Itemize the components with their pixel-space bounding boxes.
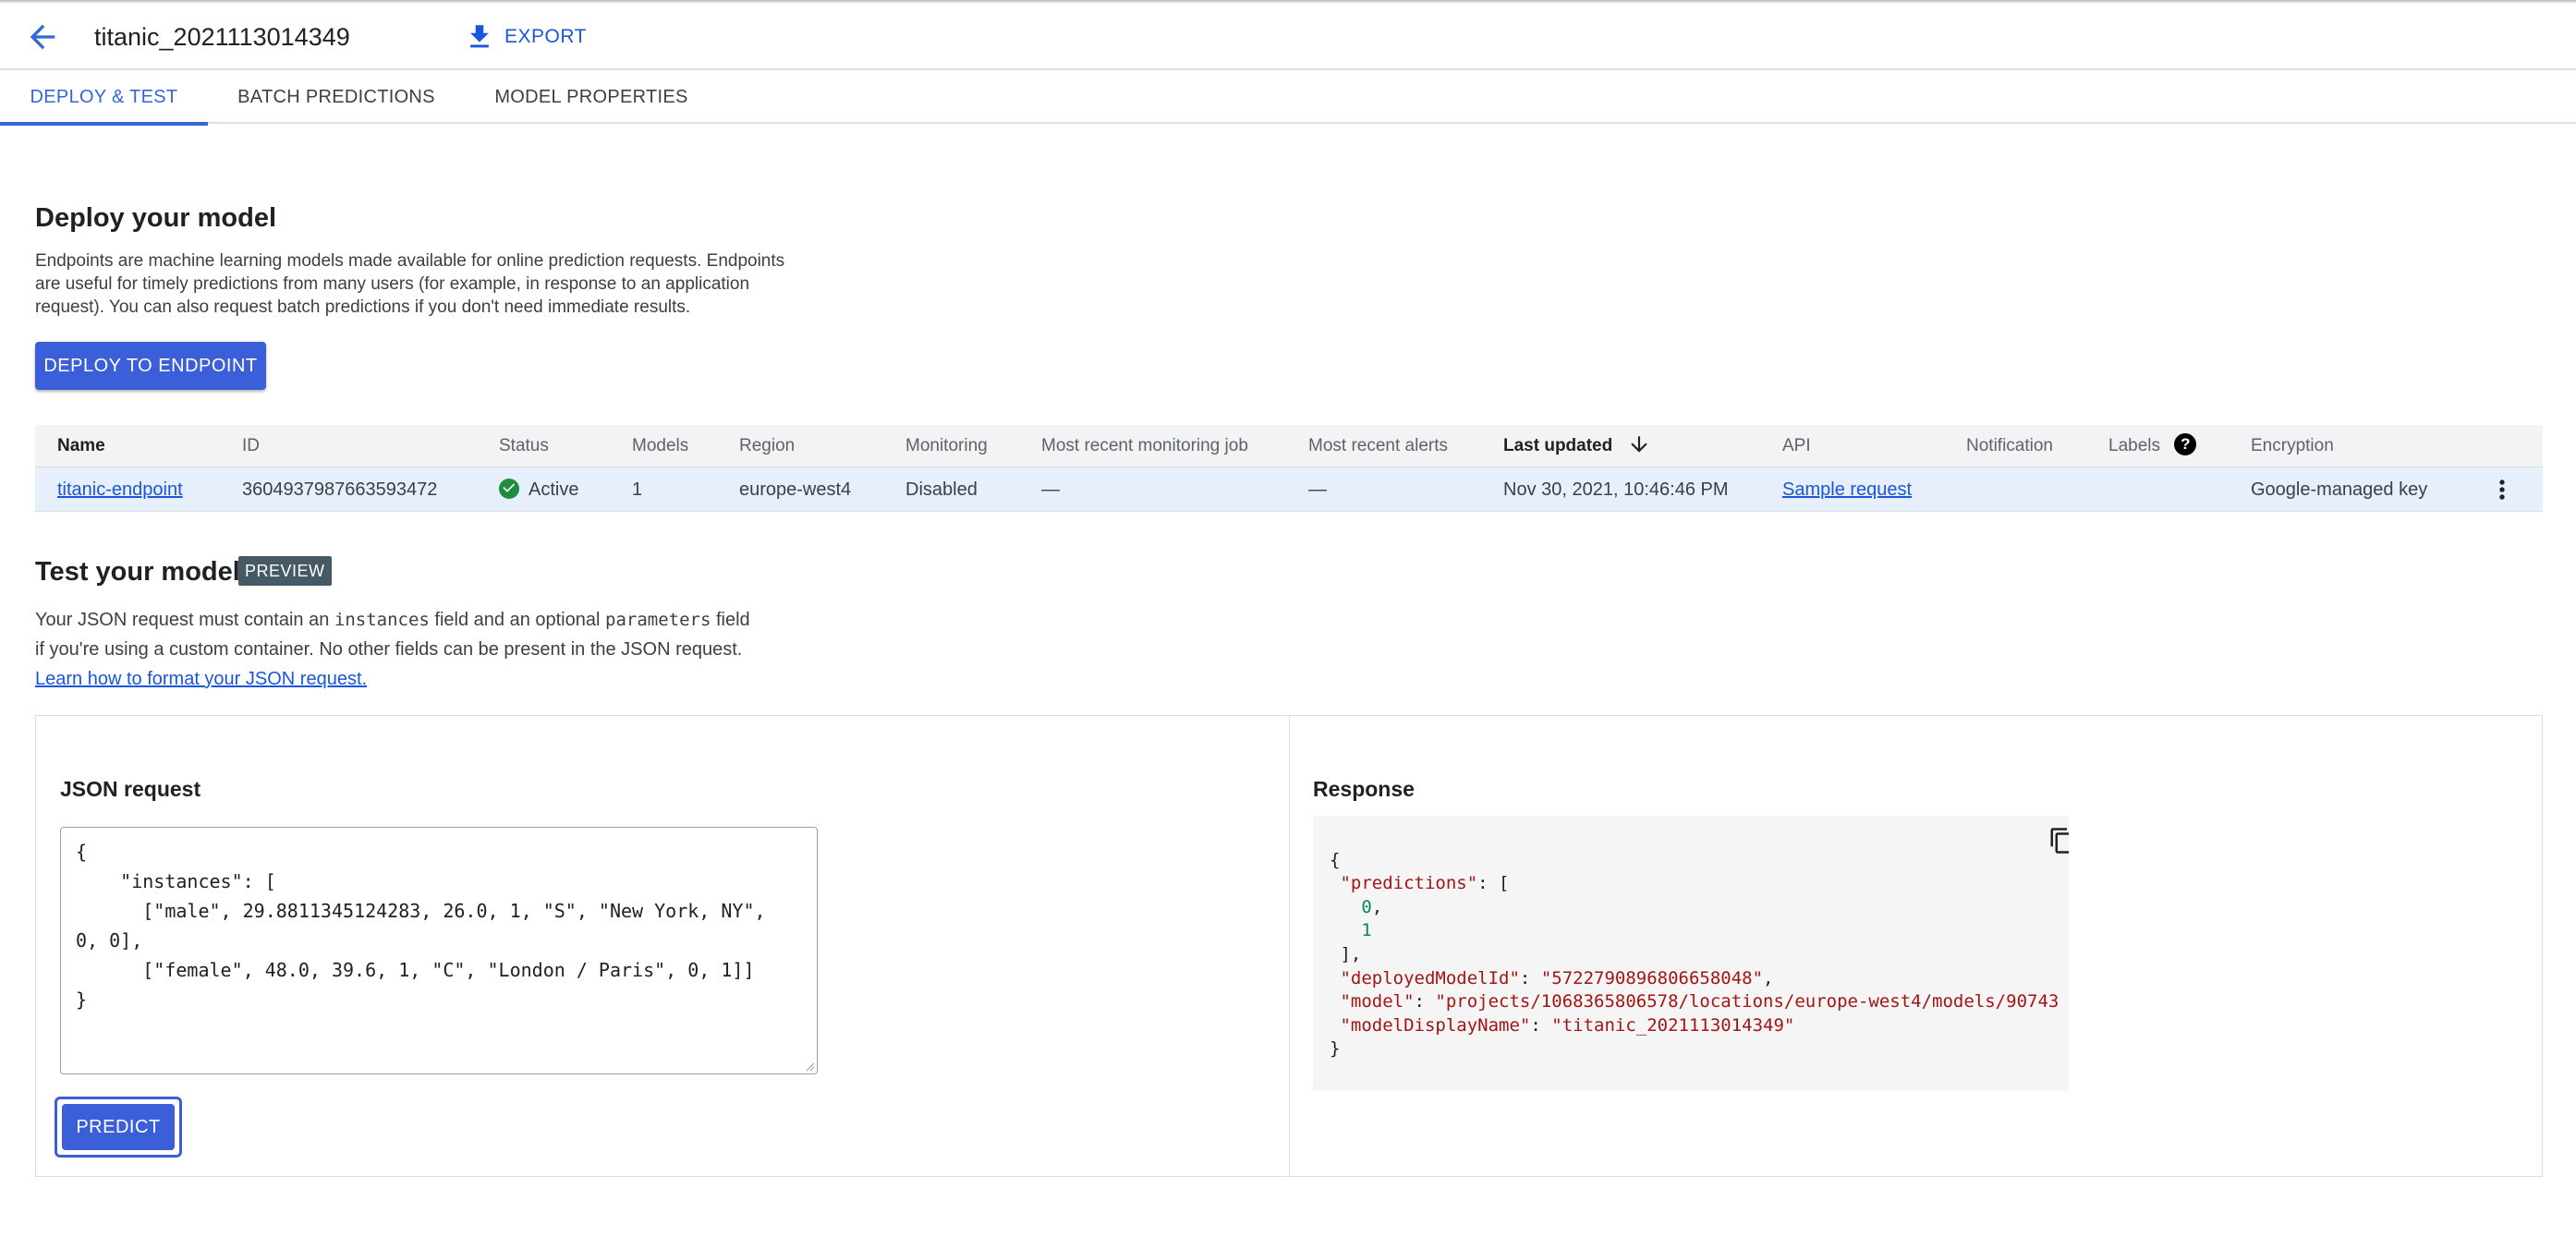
export-label: EXPORT [504,26,587,47]
json-brace: { [1330,849,1341,870]
column-header-notification[interactable]: Notification [1966,425,2053,467]
learn-json-format-link[interactable]: Learn how to format your JSON request. [35,669,367,689]
endpoint-recent-alerts: — [1308,479,1327,500]
column-header-name[interactable]: Name [57,425,105,467]
status-text: Active [529,479,579,500]
endpoint-recent-job: — [1041,479,1060,500]
json-number: 1 [1361,920,1372,941]
test-description: Your JSON request must contain an instan… [35,605,750,694]
column-header-id[interactable]: ID [242,425,260,467]
json-request-label: JSON request [60,777,201,801]
response-json: { "predictions": [ 0, 1 ], "deployedMode… [1330,849,2060,1060]
row-actions-button[interactable] [2487,475,2517,504]
json-key: "predictions" [1340,873,1478,894]
page-title: titanic_2021113014349 [94,23,350,51]
active-tab-indicator [0,122,208,126]
json-number: 0 [1361,896,1372,917]
endpoints-table: Name ID Status Models Region Monitoring … [35,425,2543,512]
code-instances: instances [334,610,430,630]
description-line: Endpoints are machine learning models ma… [35,251,785,271]
test-section-title: Test your model [35,557,240,587]
predict-button[interactable]: PREDICT [62,1104,175,1150]
text: field [711,610,750,630]
column-header-recent-alerts[interactable]: Most recent alerts [1308,425,1448,467]
tab-batch-predictions[interactable]: BATCH PREDICTIONS [227,70,445,124]
endpoint-models: 1 [632,479,643,500]
test-panel: JSON request { "instances": [ ["male", 2… [35,715,2543,1177]
column-header-models[interactable]: Models [632,425,688,467]
json-brace: } [1330,1038,1341,1060]
column-header-api[interactable]: API [1782,425,1811,467]
column-header-status[interactable]: Status [499,425,549,467]
check-circle-icon [499,478,519,499]
json-request-text: { "instances": [ ["male", 29.88113451242… [76,841,766,1011]
json-string: "titanic_2021113014349" [1551,1014,1795,1036]
json-string: "projects/1068365806578/locations/europe… [1435,991,2060,1013]
endpoint-status: Active [499,467,578,512]
column-header-monitoring[interactable]: Monitoring [905,425,988,467]
json-key: "modelDisplayName" [1340,1014,1531,1036]
download-icon [470,25,489,48]
page-header: titanic_2021113014349 EXPORT [0,4,2576,70]
predict-button-focus-ring[interactable]: PREDICT [55,1097,182,1158]
description-line: are useful for timely predictions from m… [35,274,750,294]
column-header-last-updated[interactable]: Last updated [1503,425,1651,467]
description-line: request). You can also request batch pre… [35,297,691,317]
column-header-recent-job[interactable]: Most recent monitoring job [1041,425,1248,467]
back-button[interactable] [24,18,61,55]
description-line: if you're using a custom container. No o… [35,639,743,660]
column-header-encryption[interactable]: Encryption [2251,425,2334,467]
tab-label: MODEL PROPERTIES [494,87,688,107]
column-header-label: Last updated [1503,436,1613,455]
export-button[interactable]: EXPORT [464,17,587,57]
tab-label: BATCH PREDICTIONS [237,87,435,107]
deploy-to-endpoint-button[interactable]: DEPLOY TO ENDPOINT [35,342,266,390]
tab-label: DEPLOY & TEST [30,87,178,107]
text: field and an optional [429,610,605,630]
json-punct: : [ [1477,873,1510,894]
table-header: Name ID Status Models Region Monitoring … [35,425,2543,467]
endpoint-id: 3604937987663593472 [242,479,438,500]
help-icon[interactable]: ? [2174,432,2197,455]
more-vert-icon [2499,479,2505,500]
panel-divider [1289,716,1290,1176]
copy-icon[interactable] [2048,827,2069,855]
endpoint-name-link[interactable]: titanic-endpoint [57,467,183,512]
code-parameters: parameters [605,610,711,630]
column-header-labels[interactable]: Labels ? [2108,425,2197,467]
response-viewer: { "predictions": [ 0, 1 ], "deployedMode… [1313,816,2069,1091]
json-string: "5722790896806658048" [1540,967,1764,988]
description-line: Your JSON request must contain an instan… [35,605,750,635]
text: Your JSON request must contain an [35,610,334,630]
json-key: "model" [1340,991,1415,1013]
preview-badge: PREVIEW [238,556,332,586]
tab-bar: DEPLOY & TEST BATCH PREDICTIONS MODEL PR… [0,70,2576,126]
column-header-label: Labels [2108,436,2160,455]
arrow-back-icon [30,24,55,50]
tab-model-properties[interactable]: MODEL PROPERTIES [482,70,700,124]
table-row[interactable]: titanic-endpoint 3604937987663593472 Act… [35,467,2543,512]
sample-request-link[interactable]: Sample request [1782,467,1912,512]
deploy-description: Endpoints are machine learning models ma… [35,249,784,319]
response-label: Response [1313,777,1415,801]
json-punct: ], [1340,943,1362,964]
endpoint-encryption: Google-managed key [2251,479,2428,500]
tab-deploy-test[interactable]: DEPLOY & TEST [0,70,208,126]
deploy-section-title: Deploy your model [35,203,277,233]
json-key: "deployedModelId" [1340,967,1520,988]
json-request-textarea[interactable]: { "instances": [ ["male", 29.88113451242… [60,827,818,1074]
column-header-region[interactable]: Region [739,425,795,467]
resize-grip-icon[interactable] [804,1061,815,1072]
endpoint-region: europe-west4 [739,479,852,500]
endpoint-monitoring: Disabled [905,479,978,500]
endpoint-last-updated: Nov 30, 2021, 10:46:46 PM [1503,479,1729,500]
sort-descending-icon [1630,436,1647,453]
